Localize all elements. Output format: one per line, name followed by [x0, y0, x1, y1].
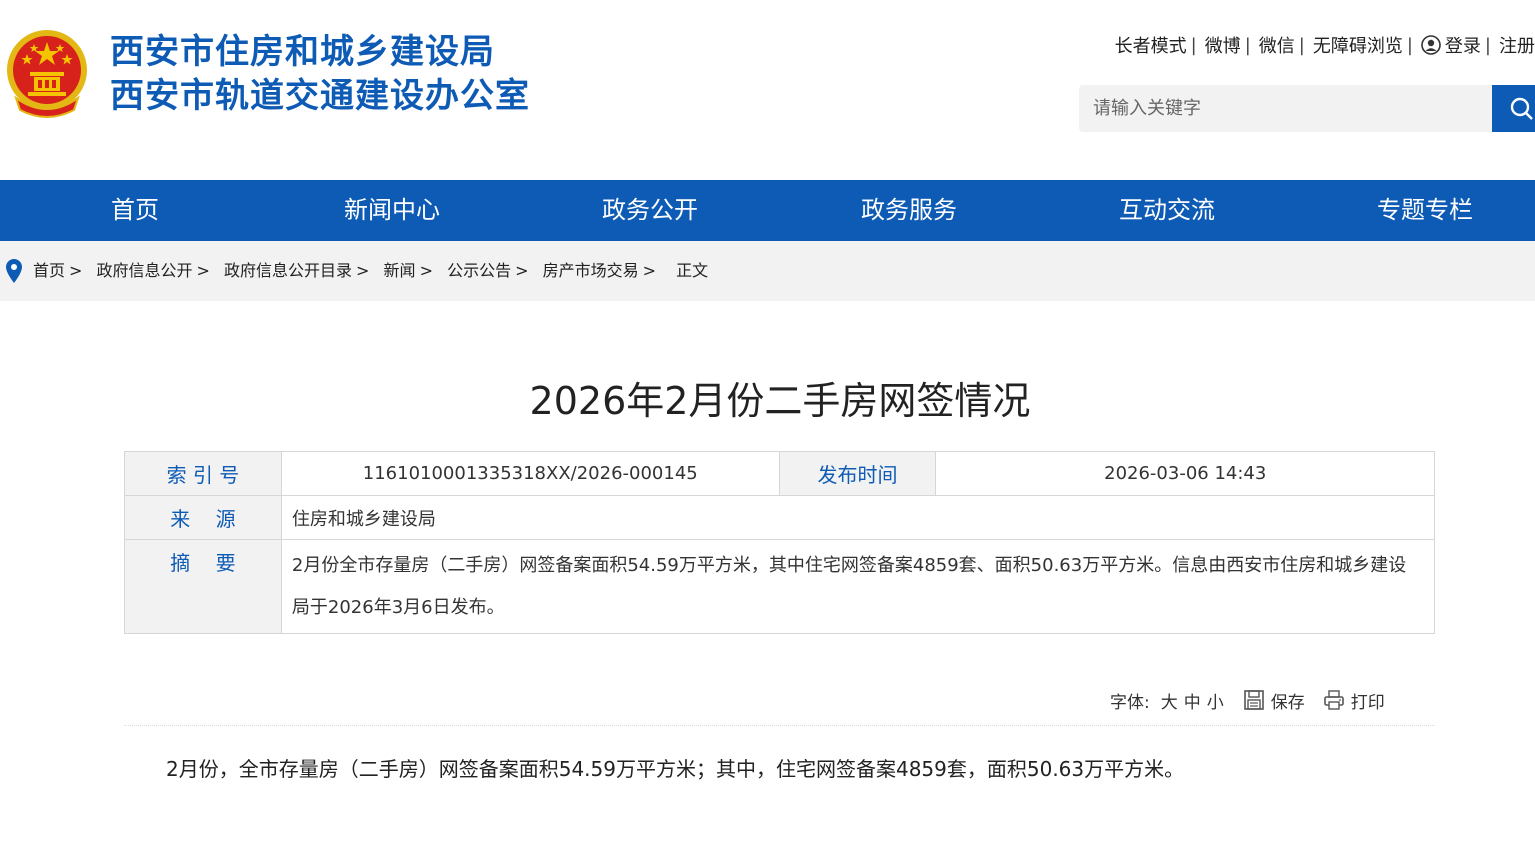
- breadcrumb-gov-info[interactable]: 政府信息公开: [97, 261, 193, 280]
- site-name-secondary: 西安市轨道交通建设办公室: [110, 76, 530, 116]
- breadcrumb-separator: >: [69, 261, 83, 280]
- breadcrumb-separator: >: [515, 261, 529, 280]
- font-size-medium-button[interactable]: 中: [1184, 688, 1201, 713]
- separator: |: [1484, 34, 1491, 56]
- user-icon: [1421, 35, 1441, 55]
- login-label: 登录: [1444, 36, 1481, 57]
- breadcrumb-current: 正文: [676, 261, 709, 280]
- breadcrumb-bar: 首页 > 政府信息公开 > 政府信息公开目录 > 新闻 > 公示公告 > 房产市场交易 > …: [0, 241, 1535, 301]
- nav-item-interaction[interactable]: 互动交流: [1119, 180, 1215, 241]
- summary-value: 2月份全市存量房（二手房）网签备案面积54.59万平方米，其中住宅网签备案485…: [280, 539, 1436, 634]
- site-header: 西安市住房和城乡建设局 西安市轨道交通建设办公室 长者模式 | 微博 | 微信 | 无…: [0, 0, 1535, 180]
- source-label: 来 源: [124, 495, 282, 540]
- wechat-link[interactable]: 微信: [1259, 32, 1295, 58]
- nav-item-special-topics[interactable]: 专题专栏: [1377, 180, 1473, 241]
- breadcrumb-property-market[interactable]: 房产市场交易: [543, 261, 639, 280]
- search-box: [1079, 85, 1493, 132]
- accessibility-link[interactable]: 无障碍浏览: [1313, 32, 1403, 58]
- breadcrumb-separator: >: [356, 261, 370, 280]
- register-link[interactable]: 注册: [1499, 32, 1535, 58]
- breadcrumb-news[interactable]: 新闻: [384, 261, 416, 280]
- elder-mode-link[interactable]: 长者模式: [1115, 32, 1187, 58]
- save-icon: [1243, 690, 1264, 710]
- breadcrumb-gov-info-catalog[interactable]: 政府信息公开目录: [224, 261, 352, 280]
- nav-item-gov-disclosure[interactable]: 政务公开: [602, 180, 698, 241]
- publish-time-value: 2026-03-06 14:43: [935, 451, 1435, 496]
- separator: |: [1244, 34, 1251, 56]
- article-title: 2026年2月份二手房网签情况: [529, 379, 1031, 423]
- separator: |: [1190, 34, 1197, 56]
- table-row: 来 源 住房和城乡建设局: [124, 495, 1436, 540]
- nav-item-home[interactable]: 首页: [111, 180, 159, 241]
- breadcrumb-home[interactable]: 首页: [33, 261, 65, 280]
- breadcrumb-separator: >: [419, 261, 433, 280]
- breadcrumb-separator: >: [642, 261, 656, 280]
- breadcrumb-announcements[interactable]: 公示公告: [447, 261, 511, 280]
- location-pin-icon: [6, 259, 22, 283]
- font-size-small-button[interactable]: 小: [1207, 688, 1224, 713]
- print-label: 打印: [1350, 692, 1385, 713]
- index-number-value: 1161010001335318XX/2026-000145: [280, 451, 780, 496]
- font-size-large-button[interactable]: 大: [1161, 688, 1178, 713]
- login-link[interactable]: 登录: [1421, 32, 1481, 58]
- weibo-link[interactable]: 微博: [1205, 32, 1241, 58]
- font-size-label: 字体:: [1110, 692, 1150, 713]
- content-divider: [124, 725, 1435, 726]
- top-links-bar: 长者模式 | 微博 | 微信 | 无障碍浏览 | 登录 | 注册: [1115, 32, 1535, 58]
- save-label: 保存: [1270, 692, 1305, 713]
- print-icon: [1323, 690, 1344, 710]
- index-number-label: 索 引 号: [124, 451, 282, 496]
- site-name-primary: 西安市住房和城乡建设局: [110, 32, 495, 72]
- save-button[interactable]: 保存: [1243, 688, 1305, 713]
- table-row: 摘 要 2月份全市存量房（二手房）网签备案面积54.59万平方米，其中住宅网签备…: [124, 539, 1436, 634]
- breadcrumb-separator: >: [196, 261, 210, 280]
- separator: |: [1406, 34, 1413, 56]
- breadcrumb: 首页 > 政府信息公开 > 政府信息公开目录 > 新闻 > 公示公告 > 房产市场交易 > …: [33, 241, 708, 301]
- nav-item-gov-services[interactable]: 政务服务: [861, 180, 957, 241]
- table-row: 索 引 号 1161010001335318XX/2026-000145 发布时…: [124, 451, 1435, 496]
- publish-time-label: 发布时间: [778, 451, 937, 496]
- nav-item-news[interactable]: 新闻中心: [344, 180, 440, 241]
- article-info-table: 索 引 号 1161010001335318XX/2026-000145 发布时…: [124, 451, 1436, 634]
- article-body: 2月份，全市存量房（二手房）网签备案面积54.59万平方米；其中，住宅网签备案4…: [166, 757, 1185, 781]
- summary-label: 摘 要: [124, 539, 282, 634]
- print-button[interactable]: 打印: [1323, 688, 1385, 713]
- site-name-block: 西安市住房和城乡建设局 西安市轨道交通建设办公室: [110, 30, 530, 118]
- search-input[interactable]: [1079, 85, 1493, 132]
- search-button[interactable]: [1492, 85, 1535, 132]
- main-nav: 首页 新闻中心 政务公开 政务服务 互动交流 专题专栏: [0, 180, 1535, 241]
- separator: |: [1298, 34, 1305, 56]
- search-icon: [1510, 97, 1533, 120]
- article-tools: 字体: 大 中 小 保存 打印: [1110, 687, 1385, 713]
- source-value: 住房和城乡建设局: [280, 495, 1436, 540]
- national-emblem-icon: [7, 30, 87, 118]
